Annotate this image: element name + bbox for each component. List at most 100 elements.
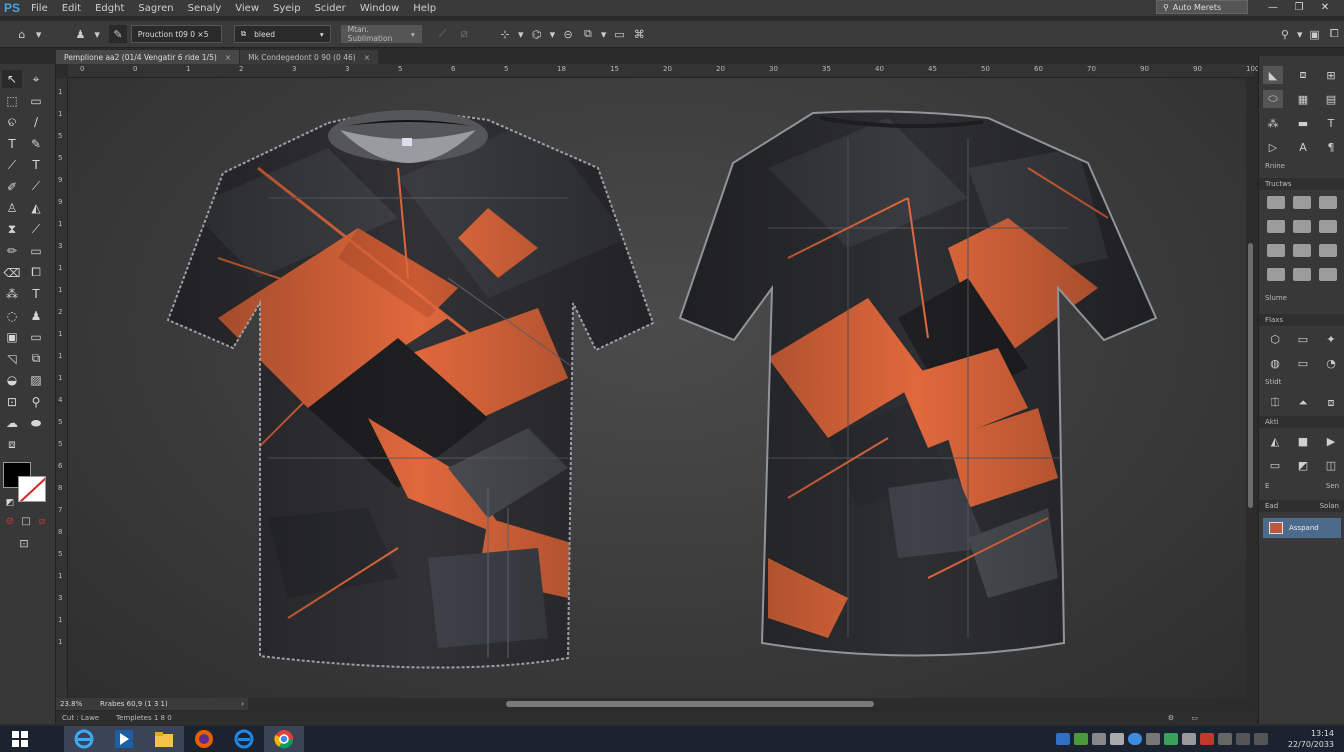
vertical-ruler[interactable]: 1 1 5 5 9 9 1 3 1 1 2 1 1 1 4 5 5 6 8 7 8 5 1 3 1 1 bbox=[56, 78, 68, 698]
image-icon[interactable]: ▦ bbox=[1293, 90, 1313, 108]
tray-app-icon[interactable] bbox=[1200, 733, 1214, 745]
tray-app-icon[interactable] bbox=[1182, 733, 1196, 745]
eyedropper-tool-icon[interactable]: ⟋ bbox=[2, 156, 22, 174]
bleed-select[interactable]: ⧉ bleed ▾ bbox=[233, 25, 331, 43]
swatch-item[interactable] bbox=[1319, 196, 1337, 209]
swatch-item[interactable] bbox=[1267, 268, 1285, 281]
grid-icon[interactable]: ⚙ bbox=[1168, 714, 1174, 722]
crop-tool-icon[interactable]: ⧠ bbox=[26, 264, 46, 282]
blend-mode-label[interactable]: E bbox=[1265, 482, 1269, 490]
photoshop-taskbar-icon[interactable] bbox=[104, 726, 144, 752]
pressure-icon[interactable]: ⟋ bbox=[432, 25, 454, 43]
move-tool-icon[interactable]: ⊹ bbox=[495, 25, 515, 43]
swatch-item[interactable] bbox=[1267, 220, 1285, 233]
menu-help[interactable]: Help bbox=[406, 3, 443, 14]
eraser-tool-icon[interactable]: ⌫ bbox=[2, 264, 22, 282]
grid-icon[interactable]: ⊞ bbox=[1321, 66, 1341, 84]
align-icon[interactable]: ⌬ bbox=[527, 25, 547, 43]
text-style-icon[interactable]: A bbox=[1293, 138, 1313, 156]
volume-icon[interactable] bbox=[1254, 733, 1268, 745]
chrome-icon[interactable] bbox=[264, 726, 304, 752]
play-icon[interactable]: ▶ bbox=[1321, 432, 1341, 450]
edge-icon[interactable] bbox=[224, 726, 264, 752]
close-icon[interactable]: × bbox=[225, 53, 231, 62]
path-icon[interactable]: ▷ bbox=[1263, 138, 1283, 156]
layers-tab[interactable]: Ead bbox=[1265, 502, 1278, 510]
swatch-item[interactable] bbox=[1319, 220, 1337, 233]
restore-icon[interactable]: ❐ bbox=[1288, 0, 1310, 14]
shape-tool-icon[interactable]: ▭ bbox=[26, 242, 46, 260]
windows-start-button[interactable] bbox=[0, 726, 40, 752]
swatch-item[interactable] bbox=[1267, 196, 1285, 209]
tray-app-icon[interactable] bbox=[1110, 733, 1124, 745]
firefox-icon[interactable] bbox=[184, 726, 224, 752]
properties-icon[interactable]: ◣ bbox=[1263, 66, 1283, 84]
bookmark-icon[interactable]: ⧈ bbox=[1321, 394, 1341, 412]
sphere-icon[interactable]: ◍ bbox=[1265, 354, 1285, 372]
swatch-item[interactable] bbox=[1293, 196, 1311, 209]
swatch-item[interactable] bbox=[1319, 268, 1337, 281]
chevron-down-icon[interactable]: ▾ bbox=[1295, 25, 1305, 43]
mode-select[interactable]: Mtan. Sublimation ▾ bbox=[340, 25, 422, 43]
artboard-icon[interactable]: ▭ bbox=[1191, 714, 1198, 722]
stamp-tool-icon[interactable]: ♙ bbox=[2, 199, 22, 217]
type-icon[interactable]: T bbox=[1321, 114, 1341, 132]
note-tool-icon[interactable]: ⊡ bbox=[2, 393, 22, 411]
paragraph-icon[interactable]: ¶ bbox=[1321, 138, 1341, 156]
menu-syeip[interactable]: Syeip bbox=[266, 3, 308, 14]
chat-icon[interactable]: ▭ bbox=[1293, 354, 1313, 372]
close-icon[interactable]: ✕ bbox=[1314, 0, 1336, 14]
rotate-icon[interactable]: ⊝ bbox=[558, 25, 578, 43]
path-tool-icon[interactable]: ▭ bbox=[26, 328, 46, 346]
chevron-down-icon[interactable]: ▾ bbox=[598, 25, 610, 43]
swatches-panel-title[interactable]: Tructws bbox=[1259, 178, 1344, 190]
brush-preset-icon[interactable]: ✎ bbox=[109, 25, 127, 43]
slice-tool-icon[interactable]: ⧉ bbox=[26, 350, 46, 368]
frame-tool-icon[interactable]: ▣ bbox=[2, 328, 22, 346]
brush-tool-icon[interactable]: ∕ bbox=[26, 113, 46, 131]
styles-panel-title[interactable]: Flaxs bbox=[1259, 314, 1344, 326]
burn-tool-icon[interactable]: ♟ bbox=[26, 307, 46, 325]
rotate-view-tool-icon[interactable]: ⬬ bbox=[26, 414, 46, 432]
tray-app-icon[interactable] bbox=[1218, 733, 1232, 745]
gauge-icon[interactable]: ◔ bbox=[1321, 354, 1341, 372]
cube-icon[interactable]: ⬡ bbox=[1265, 330, 1285, 348]
taskbar-clock[interactable]: 13:14 22/70/2033 bbox=[1270, 728, 1334, 750]
opacity-label[interactable]: Sen bbox=[1326, 482, 1339, 490]
lasso-tool-icon[interactable]: ଚ bbox=[2, 113, 22, 131]
chevron-down-icon[interactable]: ▾ bbox=[91, 25, 103, 43]
menu-scider[interactable]: Scider bbox=[308, 3, 353, 14]
adjustments-panel-title[interactable]: Akti bbox=[1259, 416, 1344, 428]
menu-edght[interactable]: Edght bbox=[88, 3, 131, 14]
gamepad-icon[interactable]: ⌘ bbox=[629, 25, 649, 43]
bubble-icon[interactable]: ◫ bbox=[1321, 456, 1341, 474]
search-icon[interactable]: ⚲ bbox=[1275, 25, 1295, 43]
smudge-tool-icon[interactable]: ⟋ bbox=[26, 221, 46, 239]
fill-tool-icon[interactable]: ◭ bbox=[26, 199, 46, 217]
square-icon[interactable]: ■ bbox=[1293, 432, 1313, 450]
swatch-item[interactable] bbox=[1267, 244, 1285, 257]
shape-icon[interactable]: ⬭ bbox=[1263, 90, 1283, 108]
chevron-down-icon[interactable]: ▾ bbox=[546, 25, 558, 43]
home-icon[interactable]: ⌂ bbox=[12, 25, 32, 43]
layers-icon[interactable]: ⧈ bbox=[1293, 66, 1313, 84]
artboard-tool-icon[interactable]: ⌖ bbox=[26, 70, 46, 88]
arrange-icon[interactable]: ⧉ bbox=[578, 25, 598, 43]
zoom-tool-icon[interactable]: ⚲ bbox=[26, 393, 46, 411]
book-icon[interactable]: ⎅ bbox=[1265, 394, 1285, 412]
minimize-icon[interactable]: — bbox=[1262, 0, 1284, 14]
move-tool-icon[interactable]: ↖ bbox=[2, 70, 22, 88]
stamp-preset-icon[interactable]: ♟ bbox=[70, 25, 92, 43]
workspace-search[interactable]: ⚲ Auto Merets bbox=[1156, 0, 1248, 14]
menu-sagren[interactable]: Sagren bbox=[131, 3, 180, 14]
adjust-icon[interactable]: ▤ bbox=[1321, 90, 1341, 108]
share-icon[interactable]: ⧠ bbox=[1324, 25, 1344, 43]
tray-app-icon[interactable] bbox=[1146, 733, 1160, 745]
blur-tool-icon[interactable]: ◹ bbox=[2, 350, 22, 368]
hourglass-tool-icon[interactable]: ⧗ bbox=[2, 221, 22, 239]
canvas-area[interactable] bbox=[68, 78, 1246, 698]
type-vertical-tool-icon[interactable]: T bbox=[26, 156, 46, 174]
message-icon[interactable]: ▭ bbox=[1293, 330, 1313, 348]
chevron-down-icon[interactable]: ▾ bbox=[32, 25, 46, 43]
tray-app-icon[interactable] bbox=[1128, 733, 1142, 745]
